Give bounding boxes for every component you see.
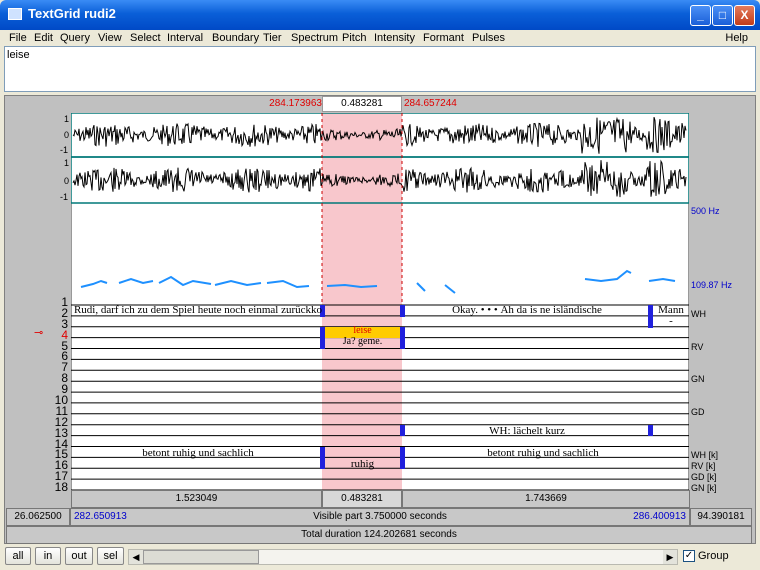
visible-abs-end[interactable]: 94.390181 [690, 508, 752, 526]
menu-formant[interactable]: Formant [423, 32, 464, 44]
window-icon [8, 8, 22, 20]
menu-pitch[interactable]: Pitch [342, 32, 366, 44]
tier15-interval-right[interactable]: betont ruhig und sachlich [405, 447, 681, 459]
visible-abs-start[interactable]: 26.062500 [6, 508, 70, 526]
tier-number[interactable]: 18 [8, 481, 68, 493]
tier-number[interactable]: 8 [8, 372, 68, 384]
menu-bar: File Edit Query View Select Interval Bou… [0, 30, 760, 46]
selection-end-time: 284.657244 [404, 98, 457, 109]
zoom-out-button[interactable]: out [65, 547, 93, 565]
tier-number[interactable]: 6 [8, 350, 68, 362]
zoom-in-button[interactable]: in [35, 547, 61, 565]
visible-end: 286.400913 [633, 511, 686, 522]
window-title: TextGrid rudi2 [28, 6, 116, 21]
tier16-interval-selected[interactable]: ruhig [325, 458, 400, 470]
tier-number[interactable]: 7 [8, 361, 68, 373]
wave2-bot-label: -1 [60, 192, 69, 202]
menu-query[interactable]: Query [60, 32, 90, 44]
menu-view[interactable]: View [98, 32, 122, 44]
group-label: Group [698, 550, 729, 562]
menu-pulses[interactable]: Pulses [472, 32, 505, 44]
tier3-interval-dash[interactable]: - [653, 315, 689, 327]
tier-number[interactable]: 1 [8, 296, 68, 308]
tier2-interval-right[interactable]: Okay. • • • Äh da is ne isländische [405, 304, 649, 316]
scroll-thumb[interactable] [143, 550, 259, 564]
tier4-interval-selected[interactable]: leise [325, 325, 400, 336]
menu-interval[interactable]: Interval [167, 32, 203, 44]
tier-name: RV [k] [691, 461, 716, 472]
duration-left[interactable]: 1.523049 [71, 490, 322, 508]
tier5-interval-selected[interactable]: Ja? geme. [325, 336, 400, 347]
duration-right[interactable]: 1.743669 [402, 490, 690, 508]
pitch-bottom-label: 109.87 Hz [691, 280, 733, 290]
tier15-interval-left[interactable]: betont ruhig und sachlich [73, 447, 323, 459]
visible-part-bar[interactable]: 282.650913 Visible part 3.750000 seconds… [70, 508, 690, 526]
wave1-top-label: 1 [64, 114, 70, 124]
tier-name: WH [691, 308, 706, 319]
tier13-interval-right[interactable]: WH: lächelt kurz [405, 425, 649, 437]
tier-name: WH [k] [691, 450, 718, 461]
close-button[interactable]: X [734, 5, 755, 26]
menu-edit[interactable]: Edit [34, 32, 53, 44]
wave2-mid-label: 0 [64, 176, 70, 186]
bottom-bar: all in out sel ◀ ▶ ✓ Group [0, 545, 760, 570]
wave2-top-label: 1 [64, 158, 70, 168]
menu-boundary[interactable]: Boundary [212, 32, 259, 44]
selection-highlight [322, 113, 402, 490]
interval-text-field[interactable]: leise [4, 46, 756, 92]
tier-name: GD [k] [691, 472, 717, 483]
interval-text-value: leise [7, 49, 30, 61]
active-tier-pointer-icon: ⊸ [34, 327, 44, 339]
tier-number[interactable]: 5 [8, 340, 68, 352]
menu-file[interactable]: File [9, 32, 27, 44]
selection-duration-top[interactable]: 0.483281 [322, 96, 402, 112]
menu-spectrum[interactable]: Spectrum [291, 32, 338, 44]
tier2-interval-left[interactable]: Rudi, darf ich zu dem Spiel heute noch e… [73, 304, 323, 316]
menu-help[interactable]: Help [725, 32, 748, 44]
menu-select[interactable]: Select [130, 32, 161, 44]
total-duration[interactable]: Total duration 124.202681 seconds [6, 526, 752, 544]
visible-part-label: Visible part 3.750000 seconds [313, 511, 447, 522]
wave1-bot-label: -1 [60, 145, 69, 155]
menu-intensity[interactable]: Intensity [374, 32, 415, 44]
tier-number[interactable]: 2 [8, 307, 68, 319]
zoom-sel-button[interactable]: sel [97, 547, 124, 565]
scroll-left-icon[interactable]: ◀ [129, 550, 143, 564]
title-bar: TextGrid rudi2 _ □ X [0, 0, 760, 30]
tier-name: GN [k] [691, 483, 717, 493]
tier-name: GN [691, 374, 705, 385]
tier-name: GD [691, 406, 705, 417]
duration-selection[interactable]: 0.483281 [322, 490, 402, 508]
time-scrollbar[interactable]: ◀ ▶ [128, 549, 678, 565]
pitch-top-label: 500 Hz [691, 206, 720, 216]
wave1-mid-label: 0 [64, 130, 70, 140]
minimize-button[interactable]: _ [690, 5, 711, 26]
zoom-all-button[interactable]: all [5, 547, 31, 565]
scroll-right-icon[interactable]: ▶ [663, 550, 677, 564]
group-checkbox[interactable]: ✓ [683, 550, 695, 562]
selection-start-time: 284.173963 [269, 98, 322, 109]
maximize-button[interactable]: □ [712, 5, 733, 26]
tier-name: RV [691, 341, 704, 352]
menu-tier[interactable]: Tier [263, 32, 282, 44]
